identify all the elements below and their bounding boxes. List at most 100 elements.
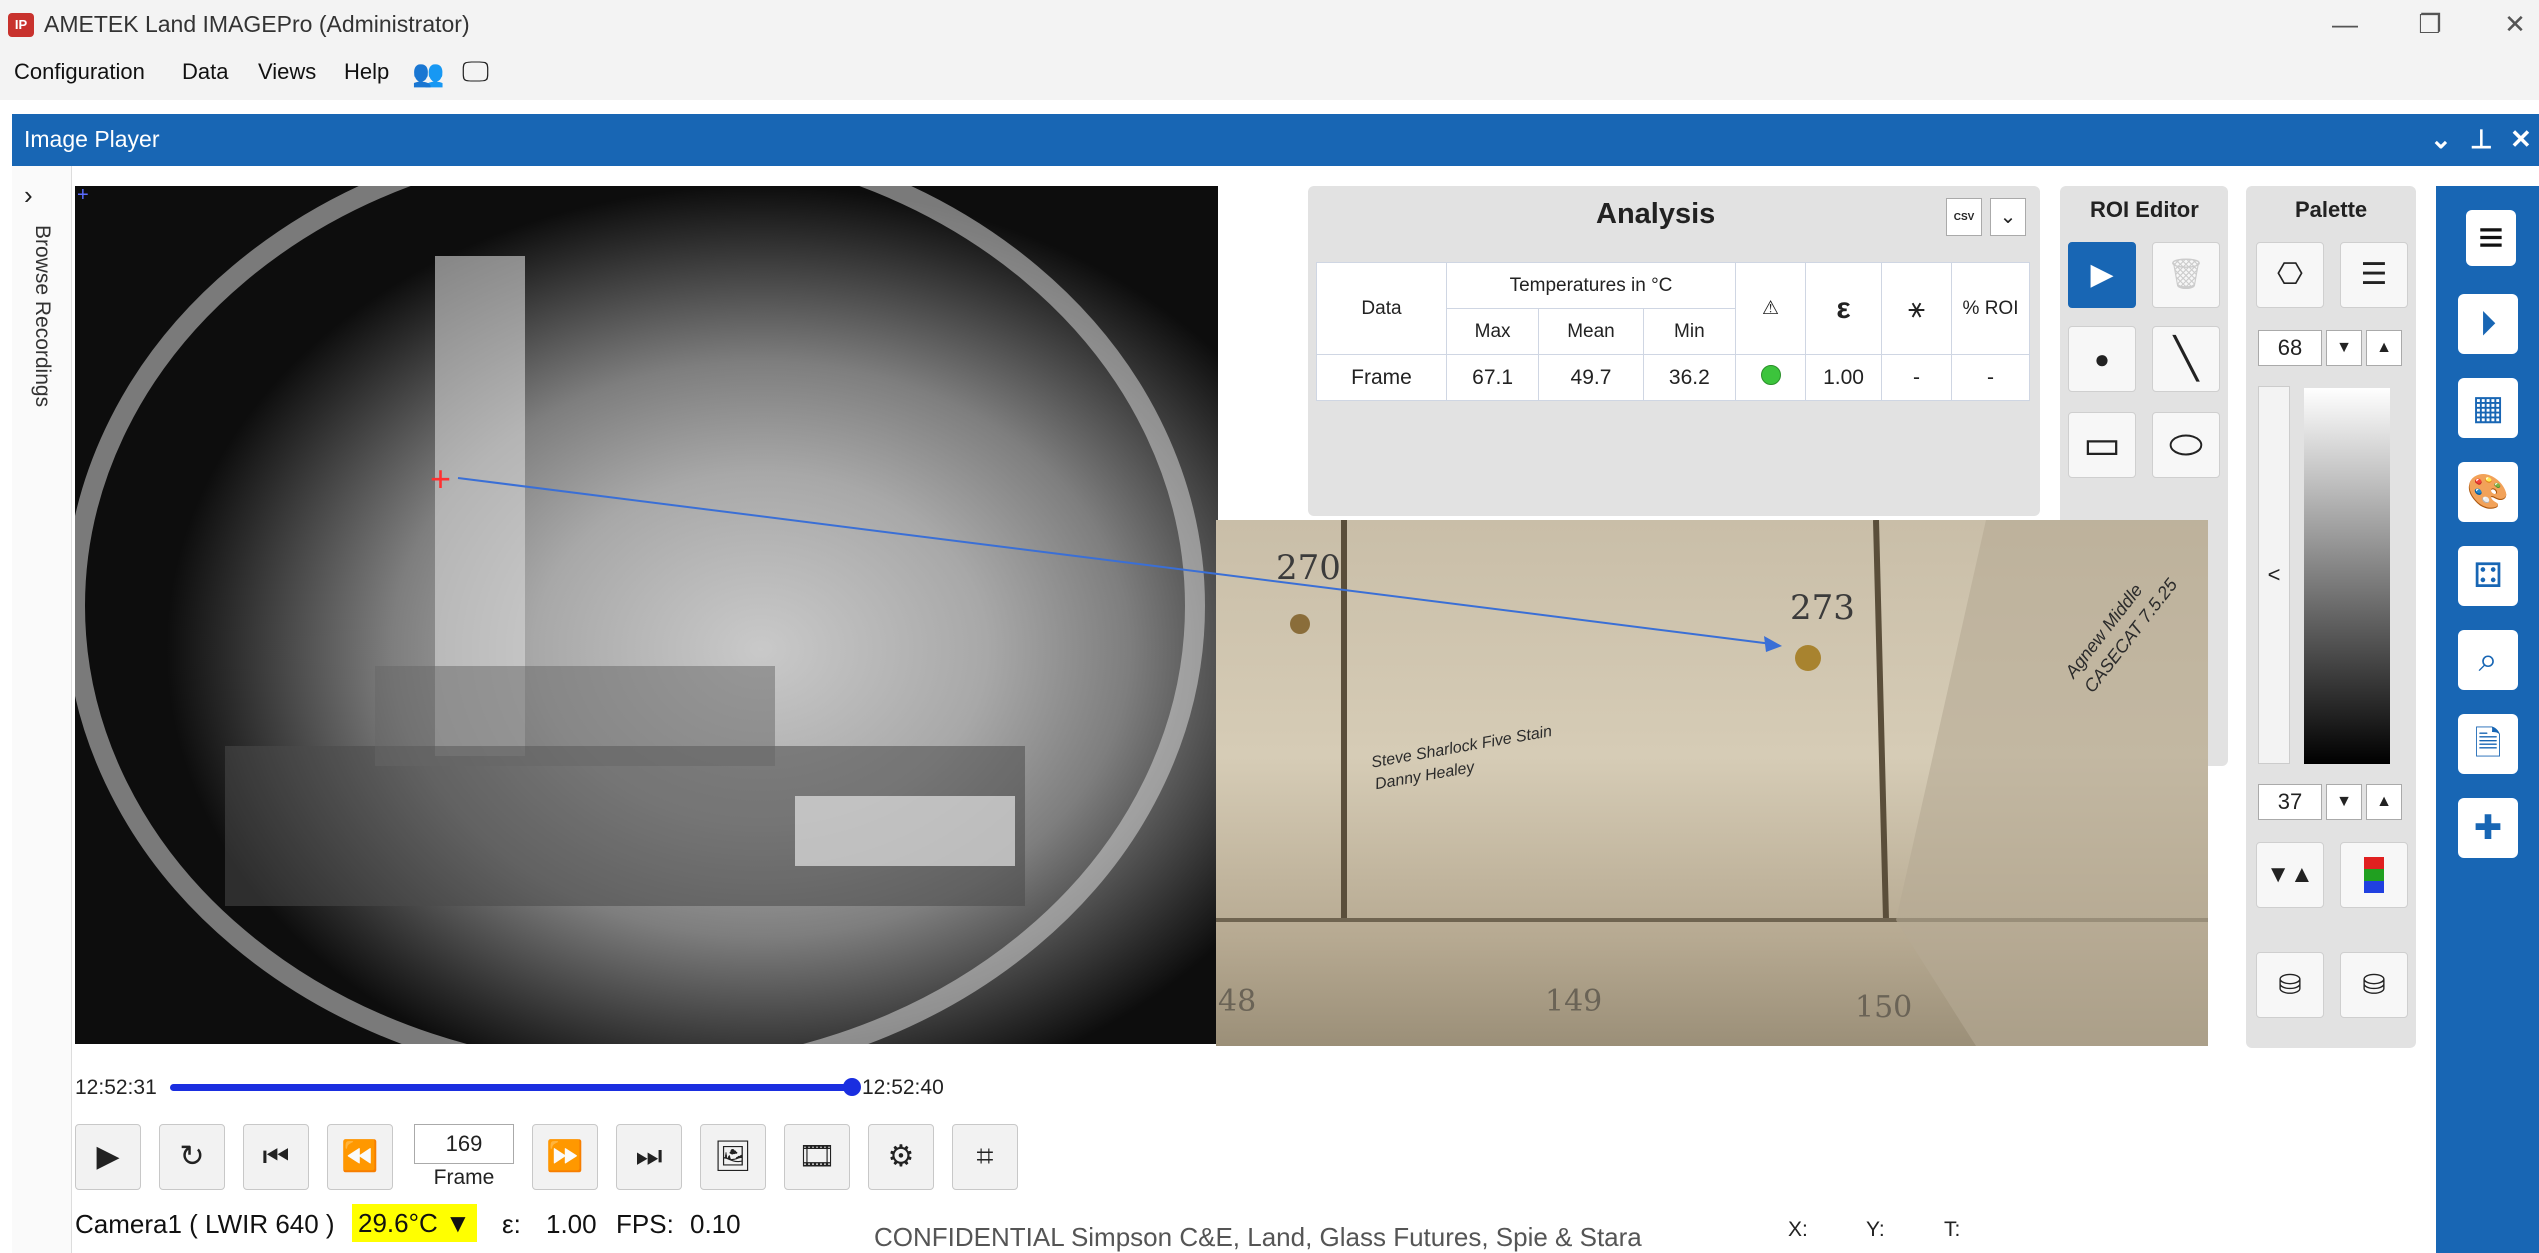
camera-label: Camera1 ( LWIR 640 ) [75, 1209, 335, 1240]
dropdown-icon[interactable]: ⌄ [1990, 198, 2026, 236]
chevron-down-icon[interactable]: ⌄ [2430, 124, 2452, 155]
rewind-icon[interactable]: ⏪ [327, 1124, 393, 1190]
row-label: Frame [1317, 355, 1447, 401]
fps-value: 0.10 [690, 1209, 741, 1240]
temp-value: 29.6°C [358, 1208, 438, 1238]
panel-title: Image Player [24, 126, 160, 153]
roi-view-icon[interactable]: ⚃ [2458, 546, 2518, 606]
menu-data[interactable]: Data [182, 59, 228, 85]
close-icon[interactable]: ✕ [2485, 4, 2539, 44]
timeline-handle[interactable] [843, 1078, 861, 1096]
fast-forward-icon[interactable]: ⏩ [532, 1124, 598, 1190]
temp-readout[interactable]: 29.6°C ▼ [352, 1204, 477, 1242]
export-video-icon[interactable]: 🎞 [784, 1124, 850, 1190]
palette-min-input[interactable]: 37 [2258, 784, 2322, 820]
users-icon[interactable]: 👥 [412, 58, 444, 89]
settings-gear-icon[interactable]: ⚙ [868, 1124, 934, 1190]
analysis-table: Data Temperatures in °C ⚠ ε ⚹ % ROI Max … [1316, 262, 2030, 401]
header-temperatures: Temperatures in °C [1447, 263, 1736, 309]
crop-icon[interactable]: ⌗ [952, 1124, 1018, 1190]
last-frame-icon[interactable]: ⏭ [616, 1124, 682, 1190]
camera-settings-icon[interactable]: ⎔ [2256, 242, 2324, 308]
window-title: AMETEK Land IMAGEPro (Administrator) [44, 11, 470, 38]
row-mean: 49.7 [1539, 355, 1644, 401]
row-col7: - [1882, 355, 1952, 401]
increase-min-icon[interactable]: ▲ [2366, 784, 2402, 820]
panel-header [12, 114, 2539, 166]
loop-icon[interactable]: ↻ [159, 1124, 225, 1190]
browse-recordings-label[interactable]: Browse Recordings [30, 225, 54, 407]
app-logo-icon: IP [8, 13, 34, 37]
add-tool-icon[interactable]: ✚ [2458, 798, 2518, 858]
minimize-icon[interactable]: — [2315, 4, 2375, 44]
line-tool-icon[interactable]: ╲ [2152, 326, 2220, 392]
trash-icon[interactable]: 🗑 [2152, 242, 2220, 308]
monitor-icon[interactable]: 🖵 [462, 56, 489, 89]
header-max: Max [1447, 309, 1539, 355]
menu-configuration[interactable]: Configuration [14, 59, 145, 85]
t-label: T: [1944, 1218, 1960, 1242]
row-max: 67.1 [1447, 355, 1539, 401]
select-tool-icon[interactable]: ▶ [2068, 242, 2136, 308]
first-frame-icon[interactable]: ⏮ [243, 1124, 309, 1190]
palette-gradient [2304, 388, 2390, 764]
timeline-track[interactable] [170, 1084, 852, 1091]
overlay-photo [1216, 520, 2208, 1046]
photo-label-150: 150 [1855, 990, 1912, 1025]
roi-cursor-icon[interactable]: + [430, 458, 451, 500]
y-label: Y: [1866, 1218, 1885, 1242]
restore-icon[interactable]: ❐ [2400, 4, 2460, 44]
pin-icon[interactable]: ⊥ [2470, 124, 2493, 155]
grid-table-icon[interactable]: ▦ [2458, 378, 2518, 438]
burst-icon: ⚹ [1882, 263, 1952, 355]
ellipse-tool-icon[interactable]: ⬭ [2152, 412, 2220, 478]
rectangle-tool-icon[interactable]: ▭ [2068, 412, 2136, 478]
warning-icon: ⚠ [1736, 263, 1806, 355]
row-roi: - [1952, 355, 2030, 401]
emissivity-value: 1.00 [546, 1209, 597, 1240]
save-palette-icon[interactable]: ⛁ [2340, 952, 2408, 1018]
watermark: CONFIDENTIAL Simpson C&E, Land, Glass Fu… [874, 1222, 1642, 1253]
fps-label: FPS: [616, 1209, 674, 1240]
menu-help[interactable]: Help [344, 59, 389, 85]
thermal-image[interactable] [75, 186, 1218, 1044]
menu-hamburger-icon[interactable]: ≡ [2466, 210, 2516, 266]
palette-collapse[interactable]: < [2258, 386, 2290, 764]
emissivity-label: ε: [502, 1209, 521, 1240]
row-emissivity: 1.00 [1806, 355, 1882, 401]
play-button[interactable]: ▶ [75, 1124, 141, 1190]
palette-title: Palette [2295, 197, 2367, 223]
timeline-start: 12:52:31 [75, 1076, 157, 1100]
analysis-title: Analysis [1596, 198, 1715, 231]
frame-input[interactable]: 169 [414, 1124, 514, 1164]
color-palette-icon[interactable] [2340, 842, 2408, 908]
palette-max-input[interactable]: 68 [2258, 330, 2322, 366]
photo-label-273: 273 [1790, 588, 1855, 628]
photo-label-270: 270 [1276, 548, 1341, 588]
close-panel-icon[interactable]: ✕ [2510, 124, 2532, 155]
increase-max-icon[interactable]: ▲ [2366, 330, 2402, 366]
crosshair-icon: + [77, 184, 89, 207]
csv-export-icon[interactable]: CSV [1946, 198, 1982, 236]
list-icon[interactable]: ☰ [2340, 242, 2408, 308]
decrease-max-icon[interactable]: ▼ [2326, 330, 2362, 366]
row-min: 36.2 [1643, 355, 1735, 401]
playback-icon[interactable]: ⏵ [2458, 294, 2518, 354]
chevron-right-icon[interactable]: › [24, 180, 33, 211]
menu-views[interactable]: Views [258, 59, 316, 85]
load-palette-icon[interactable]: ⛁ [2256, 952, 2324, 1018]
palette-paint-icon[interactable]: 🎨 [2458, 462, 2518, 522]
temp-dropdown-icon[interactable]: ▼ [438, 1208, 471, 1238]
timeline-end: 12:52:40 [862, 1076, 944, 1100]
roi-editor-title: ROI Editor [2090, 197, 2199, 223]
zoom-icon[interactable]: ⌕ [2458, 630, 2518, 690]
auto-range-icon[interactable]: ▼▲ [2256, 842, 2324, 908]
snapshot-icon[interactable]: 🖼 [700, 1124, 766, 1190]
report-icon[interactable]: 🗎 [2458, 714, 2518, 774]
frame-label: Frame [414, 1166, 514, 1190]
photo-label-48: 48 [1218, 984, 1256, 1019]
decrease-min-icon[interactable]: ▼ [2326, 784, 2362, 820]
status-ok-icon [1736, 355, 1806, 401]
point-tool-icon[interactable]: ● [2068, 326, 2136, 392]
table-row[interactable]: Frame 67.1 49.7 36.2 1.00 - - [1317, 355, 2030, 401]
